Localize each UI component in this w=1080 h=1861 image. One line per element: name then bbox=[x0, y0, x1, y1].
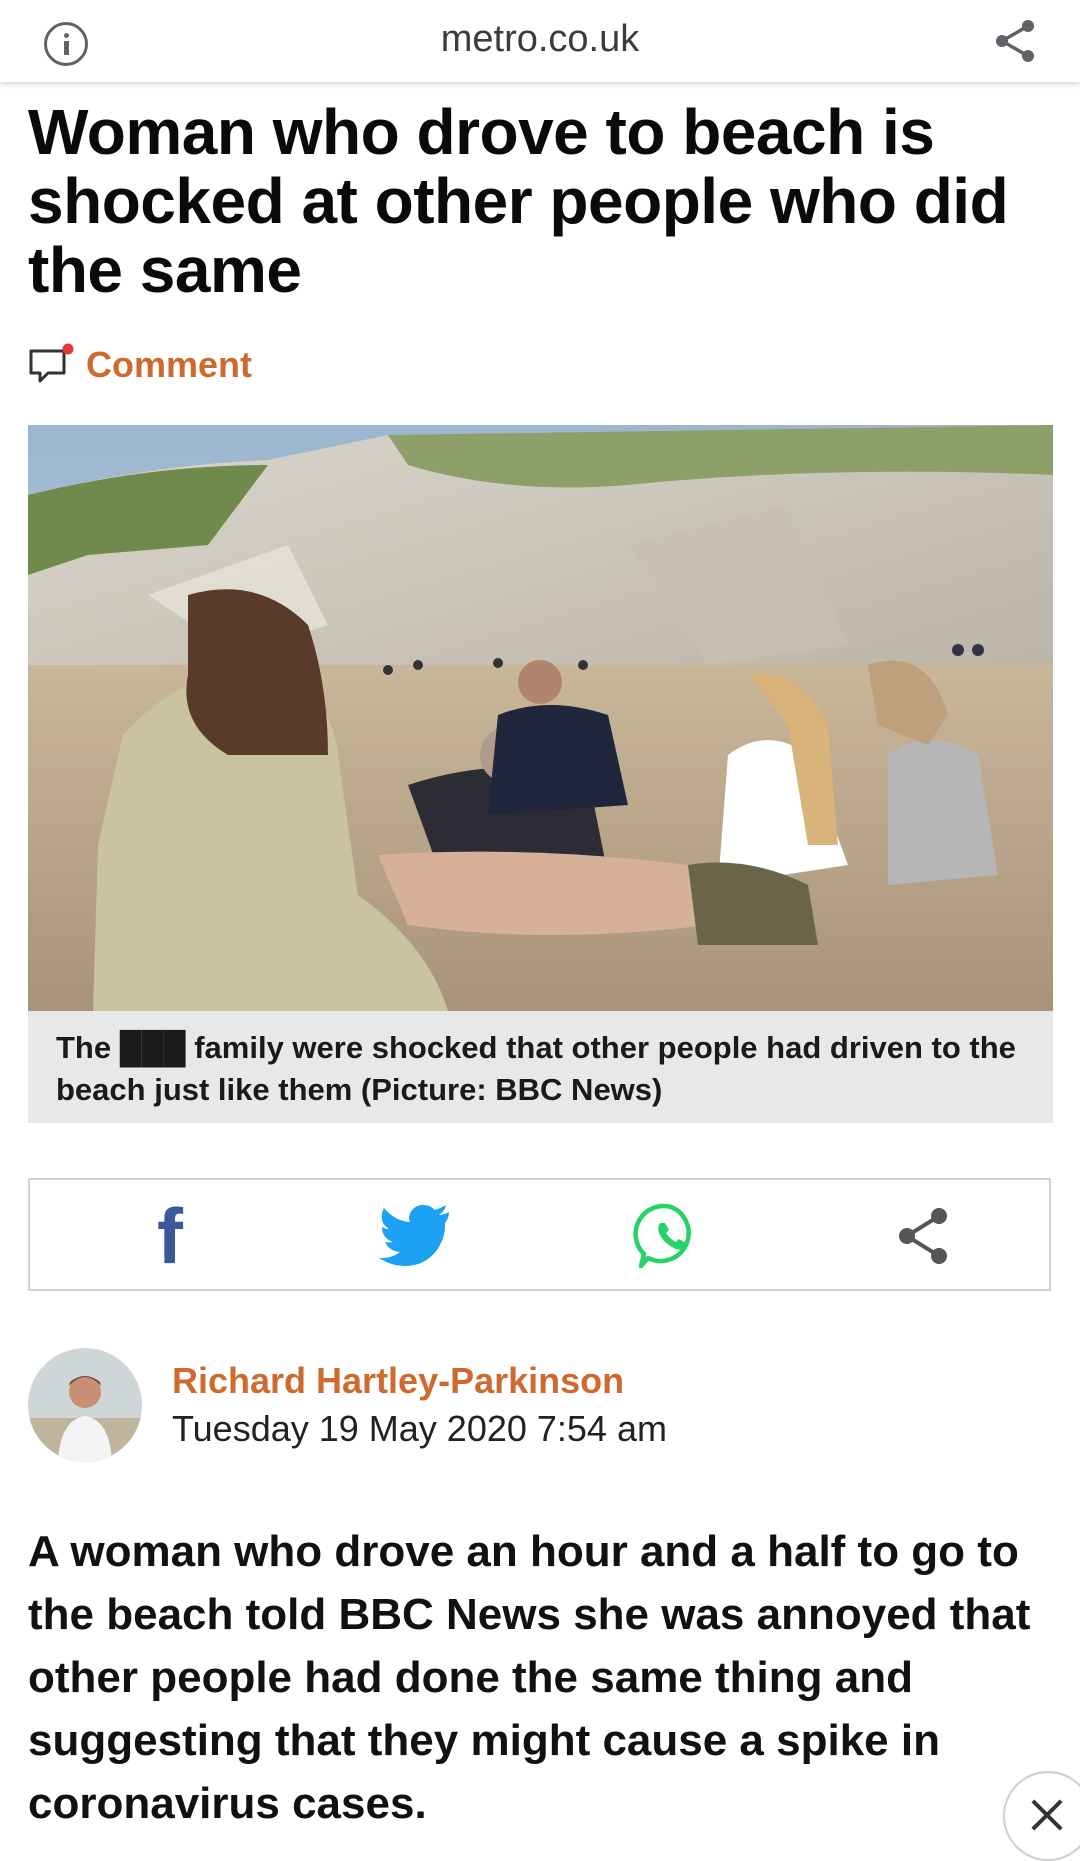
article-photo bbox=[28, 425, 1053, 1011]
photo-caption: The ███ family were shocked that other p… bbox=[56, 1030, 1016, 1107]
comment-link[interactable]: Comment bbox=[28, 340, 252, 390]
author-name[interactable]: Richard Hartley-Parkinson bbox=[172, 1360, 624, 1402]
share-icon[interactable] bbox=[990, 16, 1040, 66]
url-display[interactable]: metro.co.uk bbox=[0, 18, 1080, 61]
publish-date: Tuesday 19 May 2020 7:54 am bbox=[172, 1408, 667, 1449]
whatsapp-icon[interactable] bbox=[631, 1198, 711, 1274]
share-icon[interactable] bbox=[885, 1198, 965, 1274]
article-lede: A woman who drove an hour and a half to … bbox=[28, 1527, 1031, 1828]
browser-top-bar: metro.co.uk bbox=[0, 0, 1080, 82]
facebook-icon[interactable]: f bbox=[130, 1192, 210, 1280]
share-bar: f bbox=[28, 1178, 1051, 1291]
comment-label: Comment bbox=[86, 344, 253, 385]
close-icon[interactable] bbox=[1003, 1771, 1080, 1861]
author-byline: Richard Hartley-Parkinson Tuesday 19 May… bbox=[28, 1348, 1028, 1464]
comment-icon bbox=[29, 343, 74, 383]
author-avatar[interactable] bbox=[28, 1348, 142, 1462]
photo-caption-box: The ███ family were shocked that other p… bbox=[28, 1011, 1053, 1123]
article-headline: Woman who drove to beach is shocked at o… bbox=[28, 96, 1009, 306]
twitter-icon[interactable] bbox=[375, 1198, 455, 1274]
